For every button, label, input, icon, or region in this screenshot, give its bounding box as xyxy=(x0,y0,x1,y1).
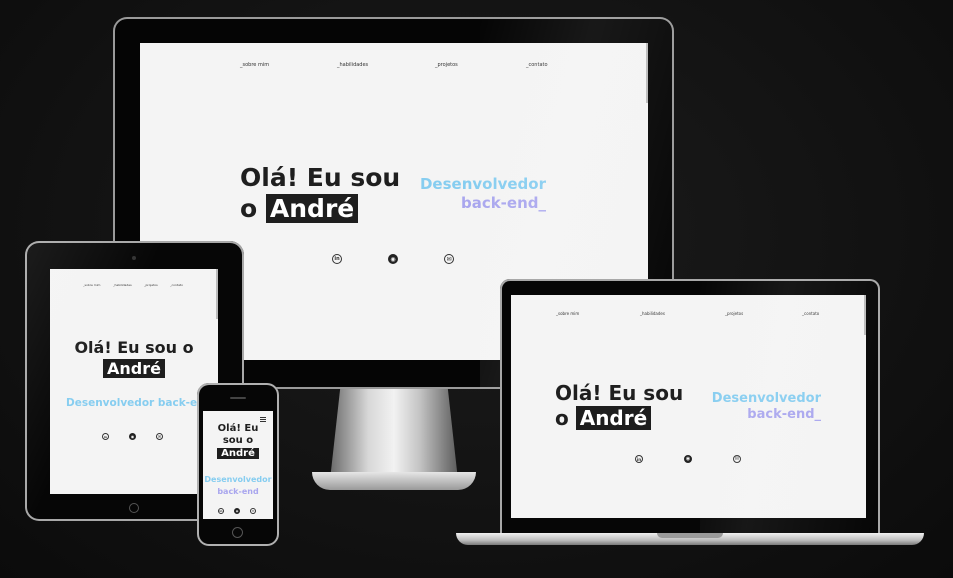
tablet-hero-line1-text: Olá! Eu sou xyxy=(74,338,177,357)
tablet-scrollbar[interactable] xyxy=(216,269,218,319)
nav-skills-link[interactable]: _habilidades xyxy=(337,62,368,68)
hero-greeting-prefix: o xyxy=(240,193,258,223)
laptop-linkedin-icon[interactable]: in xyxy=(635,455,643,463)
laptop-hero-line2: o André xyxy=(555,406,683,430)
phone-github-icon[interactable]: ◉ xyxy=(234,508,240,514)
tablet-home-button xyxy=(129,503,139,513)
phone-hero-role: Desenvolvedor back-end xyxy=(203,474,273,498)
phone-hero-line1: Olá! Eu xyxy=(217,423,259,434)
laptop-hero-greeting: Olá! Eu sou o André xyxy=(555,382,683,430)
phone-menu-icon[interactable] xyxy=(260,417,266,422)
phone-menu-icon-bar xyxy=(260,419,266,420)
tablet-hero-line1: Olá! Eu sou o xyxy=(50,338,218,357)
phone-hero-name-highlight: André xyxy=(217,448,259,459)
monitor-stand-base xyxy=(312,472,476,490)
tablet-hero-line2: André xyxy=(50,359,218,379)
phone-hero-line3: André xyxy=(203,448,273,460)
tablet-hero-prefix: o xyxy=(182,338,194,357)
laptop-screen: _sobre mim _habilidades _projetos _conta… xyxy=(511,295,866,518)
phone-hero-greeting: Olá! Eu sou o André xyxy=(203,423,273,460)
laptop-scrollbar[interactable] xyxy=(864,295,866,335)
phone-screen: Olá! Eu sou o André Desenvolvedor back-e… xyxy=(203,411,273,519)
hero-role-line2: back-end_ xyxy=(460,193,546,212)
laptop-email-icon[interactable]: ✉ xyxy=(733,455,741,463)
laptop-github-icon[interactable]: ◉ xyxy=(684,455,692,463)
laptop-hero-role-line1: Desenvolvedor xyxy=(711,391,821,406)
tablet-screen: _sobre mim _habilidades _projetos _conta… xyxy=(50,269,218,494)
tablet-nav-skills-link[interactable]: _habilidades xyxy=(113,283,132,287)
laptop-nav-projects-link[interactable]: _projetos xyxy=(725,311,743,316)
tablet-nav-projects-link[interactable]: _projetos xyxy=(144,283,158,287)
nav-projects-link[interactable]: _projetos xyxy=(435,62,458,68)
laptop-hero-role: Desenvolvedor back-end_ xyxy=(712,391,821,422)
tablet-hero-greeting: Olá! Eu sou o André xyxy=(50,338,218,379)
hero-name-highlight: André xyxy=(265,193,359,223)
laptop-hero-name-highlight: André xyxy=(575,406,652,430)
tablet-nav-contact-link[interactable]: _contato xyxy=(170,283,183,287)
tablet-hero-name-highlight: André xyxy=(103,359,165,379)
laptop-nav-skills-link[interactable]: _habilidades xyxy=(640,311,665,316)
tablet-email-icon[interactable]: ✉ xyxy=(156,433,163,440)
hero-role-line1: Desenvolvedor xyxy=(419,175,546,193)
tablet-github-icon[interactable]: ◉ xyxy=(129,433,136,440)
hero-greeting-line2: o André xyxy=(240,193,400,224)
laptop-hero-role-line2: back-end_ xyxy=(747,406,821,422)
nav-contact-link[interactable]: _contato xyxy=(526,62,548,68)
phone-home-button xyxy=(232,527,243,538)
phone-email-icon[interactable]: ✉ xyxy=(250,508,256,514)
laptop-hero-prefix: o xyxy=(555,406,569,430)
tablet-linkedin-icon[interactable]: in xyxy=(102,433,109,440)
email-icon[interactable]: ✉ xyxy=(444,254,454,264)
hero-greeting: Olá! Eu sou o André xyxy=(240,163,401,224)
phone-hero-line2: sou o xyxy=(222,435,254,446)
monitor-scrollbar[interactable] xyxy=(646,43,648,103)
laptop-hero-line1: Olá! Eu sou xyxy=(555,381,684,405)
laptop-nav-contact-link[interactable]: _contato xyxy=(802,311,819,316)
hero-role: Desenvolvedor back-end_ xyxy=(420,175,546,213)
nav-about-link[interactable]: _sobre mim xyxy=(240,62,269,68)
github-icon[interactable]: ◉ xyxy=(388,254,398,264)
tablet-hero-role: Desenvolvedor back-end_ xyxy=(66,397,218,409)
tablet-nav-about-link[interactable]: _sobre mim xyxy=(83,283,100,287)
monitor-stand-neck xyxy=(330,388,458,480)
tablet-camera xyxy=(132,256,136,260)
laptop-nav-about-link[interactable]: _sobre mim xyxy=(556,311,579,316)
phone-speaker xyxy=(230,397,246,399)
phone-hero-role-line1: Desenvolvedor xyxy=(204,475,272,484)
hero-greeting-line1: Olá! Eu sou xyxy=(240,163,401,192)
linkedin-icon[interactable]: in xyxy=(332,254,342,264)
phone-linkedin-icon[interactable]: in xyxy=(218,508,224,514)
laptop-base-notch xyxy=(657,533,723,538)
phone-hero-role-line2: back-end xyxy=(217,487,259,496)
